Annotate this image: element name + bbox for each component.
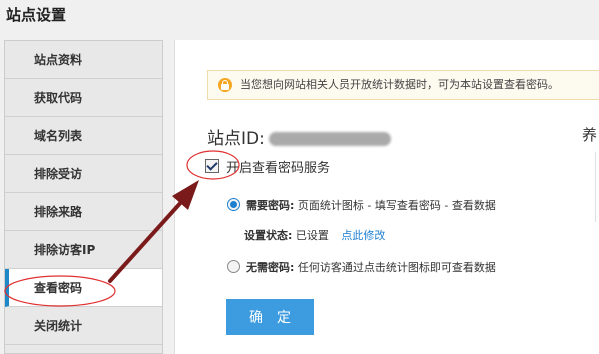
site-id: 站点ID:1294917792 <box>207 124 391 149</box>
sidebar-item-view-password[interactable]: 查看密码 <box>5 269 162 307</box>
no-password-desc: 任何访客通过点击统计图标即可查看数据 <box>297 261 496 274</box>
sidebar-item-exclude-visited[interactable]: 排除受访 <box>5 155 162 193</box>
need-password-radio[interactable] <box>227 198 240 211</box>
enable-password-row: 开启查看密码服务 <box>205 157 330 176</box>
sidebar-item-exclude-referrer[interactable]: 排除来路 <box>5 193 162 231</box>
notice-text: 当您想向网站相关人员开放统计数据时，可为本站设置查看密码。 <box>240 78 559 91</box>
site-id-label: 站点ID: <box>207 129 265 149</box>
sidebar-item-domain-list[interactable]: 域名列表 <box>5 117 162 155</box>
lock-icon <box>218 78 232 92</box>
edge-char: 养 <box>581 126 597 144</box>
sidebar-item-exclude-visitor-ip[interactable]: 排除访客IP <box>5 231 162 269</box>
enable-password-label[interactable]: 开启查看密码服务 <box>226 161 330 176</box>
no-password-radio[interactable] <box>227 260 240 273</box>
enable-password-checkbox[interactable] <box>205 159 219 173</box>
sidebar-item-get-code[interactable]: 获取代码 <box>5 79 162 117</box>
confirm-button[interactable]: 确定 <box>226 299 314 335</box>
password-status-row: 设置状态: 已设置 点此修改 <box>244 227 385 243</box>
notice-banner: 当您想向网站相关人员开放统计数据时，可为本站设置查看密码。 <box>207 70 599 100</box>
need-password-desc: 页面统计图标 - 填写查看密码 - 查看数据 <box>297 199 496 212</box>
need-password-label[interactable]: 需要密码: <box>246 199 294 212</box>
status-value: 已设置 <box>295 229 329 242</box>
status-label: 设置状态: <box>244 229 293 242</box>
option-no-password-row: 无需密码: 任何访客通过点击统计图标即可查看数据 <box>227 259 496 275</box>
option-need-password-row: 需要密码: 页面统计图标 - 填写查看密码 - 查看数据 <box>227 197 496 213</box>
sidebar-item-site-info[interactable]: 站点资料 <box>5 41 162 79</box>
sidebar: 站点资料 获取代码 域名列表 排除受访 排除来路 排除访客IP 查看密码 关闭统… <box>4 40 163 354</box>
main-panel: 当您想向网站相关人员开放统计数据时，可为本站设置查看密码。 站点ID:12949… <box>174 40 599 354</box>
site-id-value: 1294917792 <box>268 132 391 146</box>
sidebar-item-close-stats[interactable]: 关闭统计 <box>5 307 162 345</box>
divider <box>595 152 599 222</box>
modify-link[interactable]: 点此修改 <box>341 229 385 242</box>
page-title: 站点设置 <box>6 6 67 24</box>
no-password-label[interactable]: 无需密码: <box>246 261 294 274</box>
